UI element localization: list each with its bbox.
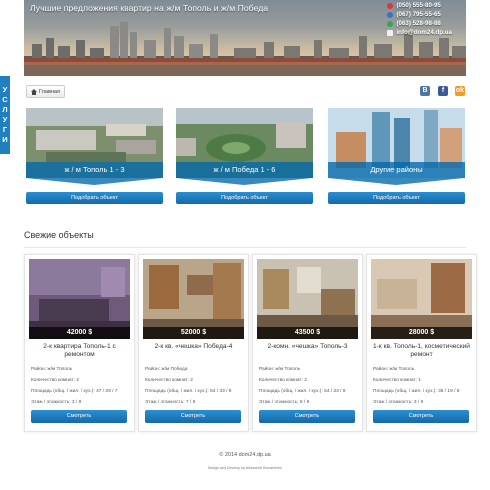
odnoklassniki-share-button[interactable]: ok (455, 86, 465, 96)
price-tag: 28000 $ (371, 327, 472, 339)
vk-share-button[interactable]: B (420, 86, 430, 96)
price-tag: 43500 $ (257, 327, 358, 339)
listing-title[interactable]: 2-к квартира Тополь-1 с ремонтом (29, 343, 130, 359)
price-tag: 42000 $ (29, 327, 130, 339)
listing-district: Район: ж/м Тополь (31, 367, 73, 372)
listing-photo[interactable]: 42000 $ (29, 259, 130, 339)
phone-life[interactable]: (063) 528-98-88 (387, 19, 452, 28)
listing-floor: Этаж / этажность: 3 / 9 (373, 400, 424, 405)
view-button[interactable]: Смотреть (373, 410, 469, 423)
phone-mts[interactable]: (050) 555-80-95 (387, 1, 452, 10)
listing-area: Площадь (общ. / жил. / кух.): 47 / 29 / … (31, 389, 118, 394)
district-card-pobeda[interactable]: ж / м Победа 1 - 6 Подобрать объект (176, 108, 313, 204)
district-label: Другие районы (328, 162, 465, 178)
district-card-topol[interactable]: ж / м Тополь 1 - 3 Подобрать объект (26, 108, 163, 204)
listing-card[interactable]: 52000 $ 2-к кв. «чешка» Победа-4 Район: … (138, 254, 249, 432)
listing-card[interactable]: 42000 $ 2-к квартира Тополь-1 с ремонтом… (24, 254, 135, 432)
listing-photo[interactable]: 28000 $ (371, 259, 472, 339)
listing-rooms: Количество комнат: 2 (145, 378, 193, 383)
section-title: Свежие объекты (24, 230, 94, 240)
listing-floor: Этаж / этажность: 7 / 9 (145, 400, 196, 405)
view-button[interactable]: Смотреть (259, 410, 355, 423)
listing-title[interactable]: 2-комн. «чешка» Тополь-3 (257, 343, 358, 351)
select-object-button[interactable]: Подобрать объект (176, 192, 313, 204)
site-title: Лучшие предложения квартир на ж/м Тополь… (30, 3, 269, 13)
header-banner: Лучшие предложения квартир на ж/м Тополь… (24, 0, 466, 76)
listing-rooms: Количество комнат: 1 (373, 378, 421, 383)
listing-card[interactable]: 43500 $ 2-комн. «чешка» Тополь-3 Район: … (252, 254, 363, 432)
divider (24, 247, 466, 248)
listing-district: Район: ж/м Победа (145, 367, 188, 372)
district-card-other[interactable]: Другие районы Подобрать объект (328, 108, 465, 204)
listing-photo[interactable]: 52000 $ (143, 259, 244, 339)
listing-floor: Этаж / этажность: 3 / 9 (31, 400, 82, 405)
kyivstar-icon (387, 11, 394, 18)
district-label: ж / м Победа 1 - 6 (176, 162, 313, 178)
district-pointer (176, 178, 312, 185)
listing-card[interactable]: 28000 $ 1-к кв. Тополь-1, косметический … (366, 254, 477, 432)
mts-icon (387, 2, 394, 9)
district-pointer (26, 178, 162, 185)
listing-floor: Этаж / этажность: 9 / 9 (259, 400, 310, 405)
listing-district: Район: ж/м Тополь (259, 367, 301, 372)
home-icon (31, 88, 37, 95)
life-icon (387, 20, 394, 27)
listing-area: Площадь (общ. / жил. / кух.): 54 / 33 / … (145, 389, 232, 394)
view-button[interactable]: Смотреть (31, 410, 127, 423)
mail-icon (387, 29, 394, 36)
listing-rooms: Количество комнат: 2 (31, 378, 79, 383)
facebook-share-button[interactable]: f (438, 86, 448, 96)
price-tag: 52000 $ (143, 327, 244, 339)
contact-email[interactable]: info@dom24.dp.ua (387, 28, 452, 37)
select-object-button[interactable]: Подобрать объект (26, 192, 163, 204)
listing-district: Район: ж/м Тополь (373, 367, 415, 372)
phone-kyivstar[interactable]: (067) 795-55-65 (387, 10, 452, 19)
district-label: ж / м Тополь 1 - 3 (26, 162, 163, 178)
services-side-tab[interactable]: У С Л У Г И (0, 76, 10, 154)
listing-title[interactable]: 1-к кв. Тополь-1, косметический ремонт (371, 343, 472, 359)
breadcrumb-home[interactable]: Главная (26, 85, 65, 98)
contacts-block: (050) 555-80-95 (067) 795-55-65 (063) 52… (387, 1, 452, 37)
listing-title[interactable]: 2-к кв. «чешка» Победа-4 (143, 343, 244, 351)
view-button[interactable]: Смотреть (145, 410, 241, 423)
footer-copyright: © 2014 dom24.dp.ua (219, 452, 271, 458)
listing-rooms: Количество комнат: 2 (259, 378, 307, 383)
listing-area: Площадь (общ. / жил. / кух.): 54 / 33 / … (259, 389, 346, 394)
select-object-button[interactable]: Подобрать объект (328, 192, 465, 204)
district-pointer (328, 178, 464, 185)
listing-photo[interactable]: 43500 $ (257, 259, 358, 339)
listing-area: Площадь (общ. / жил. / кух.): 36 / 19 / … (373, 389, 460, 394)
footer-credit[interactable]: Design and Develop by Aleksandr Horoshen… (0, 466, 490, 470)
